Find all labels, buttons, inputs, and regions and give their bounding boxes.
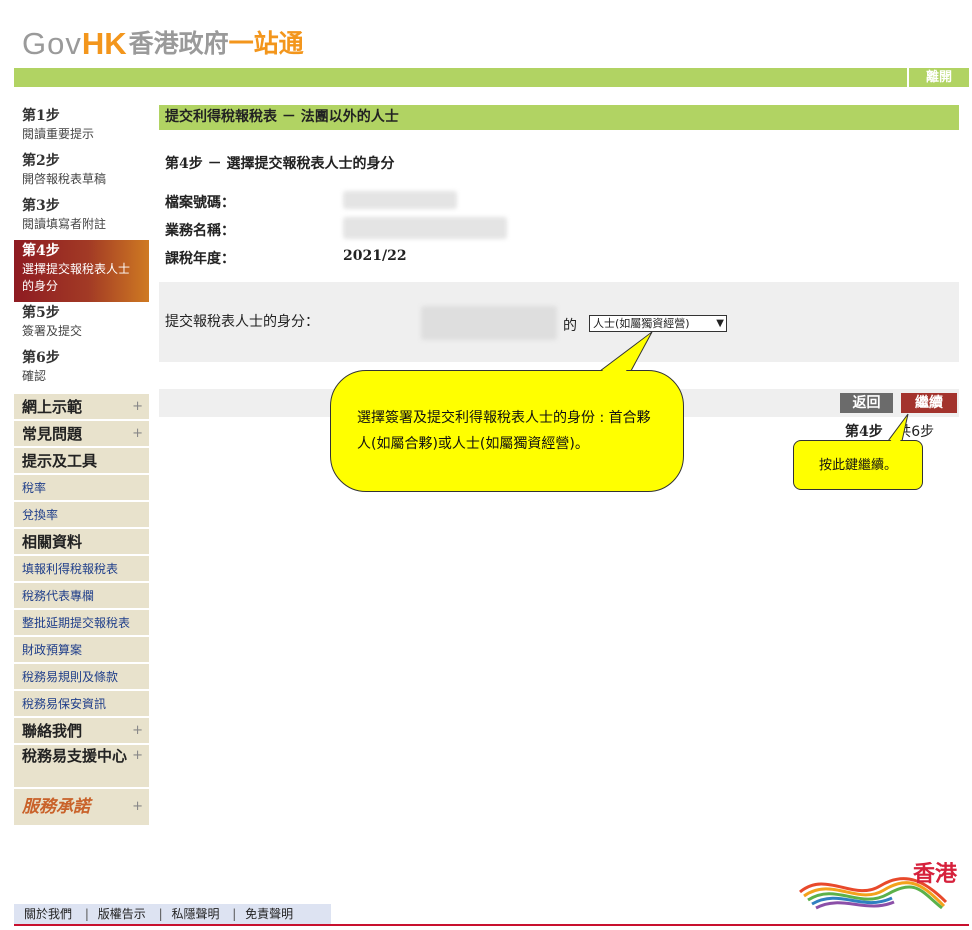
footer-divider	[14, 924, 969, 926]
business-name-redacted	[343, 217, 507, 239]
main-content: 提交利得稅報稅表 － 法團以外的人士 第4步 － 選擇提交報稅表人士的身分 檔案…	[159, 105, 959, 440]
identity-label: 提交報稅表人士的身分：	[165, 314, 319, 330]
expand-icon: +	[132, 399, 143, 414]
step-number: 第6步	[22, 350, 60, 366]
sidebar-menu: 網上示範 + 常見問題 + 提示及工具 稅率 兌換率 相關資料 填報利得稅報稅表…	[14, 394, 149, 827]
callout-tail-covers	[598, 334, 906, 442]
sidebar-step-1: 第1步 閱讀重要提示	[14, 105, 149, 150]
menu-label: 常見問題	[22, 425, 83, 443]
step-description: 選擇提交報稅表人士的身分	[22, 262, 131, 293]
identity-panel: 提交報稅表人士的身分： 的 人士(如屬獨資經營) ▼	[159, 282, 959, 362]
page-title: 提交利得稅報稅表 － 法團以外的人士	[159, 105, 959, 130]
sidebar-step-5: 第5步 簽署及提交	[14, 302, 149, 347]
menu-link-budget[interactable]: 財政預算案	[14, 637, 149, 664]
business-name-row: 業務名稱：	[165, 215, 959, 243]
logo-cn2-text: 一站通	[228, 29, 304, 58]
menu-link-terms[interactable]: 稅務易規則及條款	[14, 664, 149, 691]
chevron-down-icon: ▼	[716, 318, 724, 329]
step-number: 第5步	[22, 305, 60, 321]
menu-link-profits-tax-return[interactable]: 填報利得稅報稅表	[14, 556, 149, 583]
step-description: 閱讀重要提示	[22, 127, 95, 141]
file-number-label: 檔案號碼：	[165, 195, 235, 211]
menu-label: 聯絡我們	[22, 722, 83, 740]
footer-links: 關於我們 | 版權告示 | 私隱聲明 | 免責聲明	[14, 904, 332, 924]
menu-contact-us[interactable]: 聯絡我們 +	[14, 718, 149, 745]
expand-icon: +	[132, 799, 143, 814]
next-button[interactable]: 繼續	[901, 393, 957, 413]
separator: |	[158, 907, 163, 921]
menu-online-demo[interactable]: 網上示範 +	[14, 394, 149, 421]
menu-link-security[interactable]: 稅務易保安資訊	[14, 691, 149, 718]
logo-hk-text: HK	[81, 26, 127, 61]
next-help-callout: 按此鍵繼續。	[793, 440, 923, 490]
sidebar-step-2: 第2步 開啓報稅表草稿	[14, 150, 149, 195]
pledge-logo: 服務承諾	[22, 797, 90, 817]
identity-select-value: 人士(如屬獨資經營)	[593, 317, 690, 330]
file-number-row: 檔案號碼：	[165, 187, 959, 215]
menu-faq[interactable]: 常見問題 +	[14, 421, 149, 448]
step-number: 第4步	[22, 243, 60, 259]
current-step: 第4步	[845, 424, 883, 440]
footer-privacy-link[interactable]: 私隱聲明	[171, 907, 219, 921]
expand-icon: +	[132, 748, 143, 763]
step-number: 第1步	[22, 108, 60, 124]
footer-copyright-link[interactable]: 版權告示	[98, 907, 146, 921]
footer-about-link[interactable]: 關於我們	[24, 907, 72, 921]
menu-link-tax-representative[interactable]: 稅務代表專欄	[14, 583, 149, 610]
separator: |	[232, 907, 237, 921]
sidebar: 第1步 閱讀重要提示 第2步 開啓報稅表草稿 第3步 閱讀填寫者附註 第4步 選…	[14, 105, 149, 827]
step-description: 開啓報稅表草稿	[22, 172, 107, 186]
menu-support-centre[interactable]: 稅務易支援中心 +	[14, 745, 149, 789]
sidebar-step-3: 第3步 閱讀填寫者附註	[14, 195, 149, 240]
identity-help-callout: 選擇簽署及提交利得報稅表人士的身份 : 首合夥人(如屬合夥)或人士(如屬獨資經營…	[330, 370, 684, 492]
step-number: 第2步	[22, 153, 60, 169]
expand-icon: +	[132, 426, 143, 441]
step-description: 閱讀填寫者附註	[22, 217, 107, 231]
menu-label: 網上示範	[22, 398, 83, 416]
name-redacted	[421, 306, 557, 340]
govhk-logo[interactable]: Gov HK 香港政府 一站通	[22, 22, 304, 62]
brand-hong-kong-logo: 香港	[796, 856, 961, 912]
logo-cn-text: 香港政府	[128, 29, 229, 58]
sidebar-step-4-active: 第4步 選擇提交報稅表人士的身分	[14, 240, 149, 302]
top-bar: 離開	[14, 68, 969, 87]
identity-help-text: 選擇簽署及提交利得報稅表人士的身份 : 首合夥人(如屬合夥)或人士(如屬獨資經營…	[357, 410, 651, 452]
menu-label: 稅務易支援中心	[22, 747, 128, 765]
step-description: 確認	[22, 369, 47, 383]
assessment-year-label: 課稅年度：	[165, 251, 235, 267]
possessive-text: 的	[563, 318, 577, 334]
assessment-year-row: 課稅年度： 2021/22	[165, 243, 959, 271]
step-title: 第4步 － 選擇提交報稅表人士的身分	[165, 156, 395, 172]
menu-tips-tools: 提示及工具	[14, 448, 149, 475]
menu-link-exchange-rate[interactable]: 兌換率	[14, 502, 149, 529]
menu-performance-pledge[interactable]: 服務承諾 +	[14, 789, 149, 827]
next-help-text: 按此鍵繼續。	[818, 458, 897, 473]
logout-button[interactable]: 離開	[907, 68, 969, 87]
brand-hk-text: 香港	[912, 862, 957, 887]
step-description: 簽署及提交	[22, 324, 83, 338]
sidebar-step-6: 第6步 確認	[14, 347, 149, 392]
assessment-year-value: 2021/22	[343, 248, 407, 264]
step-number: 第3步	[22, 198, 60, 214]
footer-disclaimer-link[interactable]: 免責聲明	[245, 907, 293, 921]
menu-link-bulk-extension[interactable]: 整批延期提交報稅表	[14, 610, 149, 637]
step-indicator: 第4步 共6步	[845, 421, 934, 441]
separator: |	[84, 907, 89, 921]
file-number-redacted	[343, 191, 457, 209]
menu-link-tax-rate[interactable]: 稅率	[14, 475, 149, 502]
expand-icon: +	[132, 723, 143, 738]
menu-related-info: 相關資料	[14, 529, 149, 556]
identity-select[interactable]: 人士(如屬獨資經營) ▼	[589, 315, 727, 332]
back-button[interactable]: 返回	[840, 393, 893, 413]
logo-gov-text: Gov	[22, 26, 82, 61]
business-name-label: 業務名稱：	[165, 223, 235, 239]
